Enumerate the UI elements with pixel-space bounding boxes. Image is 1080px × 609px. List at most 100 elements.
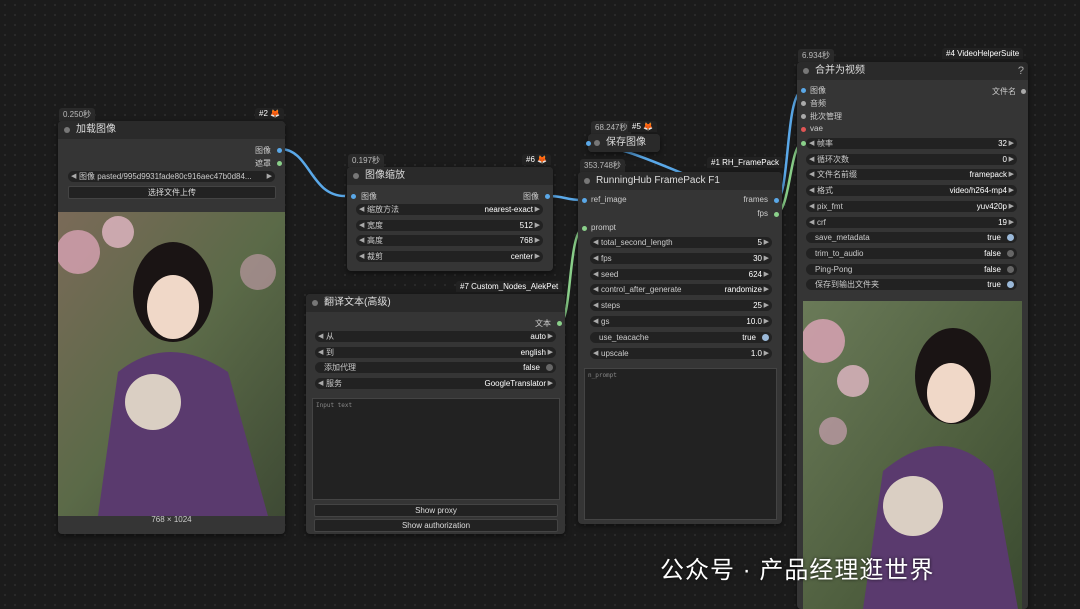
input-socket-1[interactable] [801,101,806,106]
widget-total_second_length[interactable]: ◀ total_second_length 5 ▶ [590,237,772,248]
toggle-knob-icon[interactable] [1007,281,1014,289]
arrow-left-icon[interactable]: ◀ [359,235,364,246]
framepack-header[interactable]: RunningHub FramePack F1 [578,172,782,190]
arrow-left-icon[interactable]: ◀ [809,217,814,228]
load-image-header[interactable]: 加载图像 [58,121,285,139]
arrow-right-icon[interactable]: ▶ [1009,217,1014,228]
input-socket-2[interactable] [801,114,806,119]
arrow-right-icon[interactable]: ▶ [1009,169,1014,180]
widget-control_after_generate[interactable]: ◀ control_after_generate randomize ▶ [590,284,772,296]
input-prompt-socket[interactable] [582,226,587,231]
arrow-right-icon[interactable]: ▶ [535,204,540,215]
arrow-left-icon[interactable]: ◀ [318,347,323,358]
arrow-right-icon[interactable]: ▶ [764,237,769,248]
widget-gs[interactable]: ◀ gs 10.0 ▶ [590,316,772,327]
arrow-left-icon[interactable]: ◀ [593,316,598,327]
scale-node[interactable]: 图像缩放 图像 图像 ◀ 缩放方法 nearest-exact ▶ ◀ 宽度 512 ▶ ◀ 高度… [347,167,553,271]
output-image-socket[interactable] [277,148,282,153]
widget--2[interactable]: 添加代理 false [315,362,556,373]
widget--2[interactable]: ◀ 高度 768 ▶ [356,235,543,247]
arrow-right-icon[interactable]: ▶ [764,348,769,359]
widget--3[interactable]: ◀ 格式 video/h264-mp4 ▶ [806,185,1017,197]
widget-steps[interactable]: ◀ steps 25 ▶ [590,300,772,312]
widget--1[interactable]: ◀ 循环次数 0 ▶ [806,153,1017,165]
collapse-dot-icon[interactable] [64,127,70,133]
widget--1[interactable]: ◀ 到 english ▶ [315,346,556,358]
toggle-knob-icon[interactable] [762,333,769,341]
upload-button[interactable]: 选择文件上传 [68,186,276,199]
widget-crf[interactable]: ◀ crf 19 ▶ [806,216,1017,228]
load-image-node[interactable]: 加载图像 图像 遮罩 ◀ 图像 pasted/995d9931fade80c916… [58,121,285,534]
output-filename-socket[interactable] [1021,89,1026,94]
arrow-left-icon[interactable]: ◀ [318,378,323,389]
arrow-left-icon[interactable]: ◀ [809,138,814,149]
arrow-right-icon[interactable]: ▶ [764,300,769,311]
arrow-right-icon[interactable]: ▶ [548,331,553,342]
arrow-left-icon[interactable]: ◀ [593,237,598,248]
arrow-left-icon[interactable]: ◀ [359,251,364,262]
toggle-knob-icon[interactable] [546,364,553,371]
widget--0[interactable]: ◀ 帧率 32 ▶ [806,138,1017,149]
arrow-right-icon[interactable]: ▶ [764,284,769,295]
output-mask-socket[interactable] [277,161,282,166]
arrow-right-icon[interactable]: ▶ [548,347,553,358]
arrow-left-icon[interactable]: ◀ [318,331,323,342]
arrow-right-icon[interactable]: ▶ [535,220,540,231]
input-socket-3[interactable] [801,127,806,132]
toggle-knob-icon[interactable] [1007,234,1014,242]
widget--2[interactable]: ◀ 文件名前缀 framepack ▶ [806,169,1017,181]
save-image-node[interactable]: 保存图像 [586,134,660,152]
output-fps-socket[interactable] [774,212,779,217]
widget-fps[interactable]: ◀ fps 30 ▶ [590,252,772,264]
show-authorization-button[interactable]: Show authorization [314,519,558,532]
arrow-right-icon[interactable]: ▶ [1009,138,1014,149]
widget-ping-pong[interactable]: Ping-Pong false [806,263,1017,275]
input-images-socket[interactable] [586,141,591,146]
widget-seed[interactable]: ◀ seed 624 ▶ [590,268,772,280]
arrow-right-icon[interactable]: ▶ [1009,201,1014,212]
output-frames-socket[interactable] [774,198,779,203]
arrow-right-icon[interactable]: ▶ [764,316,769,327]
widget--0[interactable]: ◀ 从 auto ▶ [315,331,556,342]
collapse-dot-icon[interactable] [594,140,600,146]
arrow-right-icon[interactable]: ▶ [535,251,540,262]
save-image-header[interactable]: 保存图像 [588,134,660,152]
arrow-right-icon[interactable]: ▶ [764,269,769,280]
arrow-right-icon[interactable]: ▶ [1009,154,1014,165]
widget-use_teacache[interactable]: use_teacache true [590,331,772,343]
widget--0[interactable]: ◀ 缩放方法 nearest-exact ▶ [356,204,543,215]
arrow-right-icon[interactable]: ▶ [535,235,540,246]
widget-pix_fmt[interactable]: ◀ pix_fmt yuv420p ▶ [806,200,1017,212]
widget-upscale[interactable]: ◀ upscale 1.0 ▶ [590,347,772,359]
toggle-knob-icon[interactable] [1007,265,1014,273]
input-socket-0[interactable] [801,88,806,93]
arrow-right-icon[interactable]: ▶ [764,253,769,264]
arrow-left-icon[interactable]: ◀ [809,201,814,212]
arrow-left-icon[interactable]: ◀ [809,169,814,180]
arrow-right-icon[interactable]: ▶ [548,378,553,389]
input-image-socket[interactable] [351,194,356,199]
framepack-node[interactable]: RunningHub FramePack F1 ref_image frames… [578,172,782,524]
collapse-dot-icon[interactable] [353,173,359,179]
arrow-left-icon[interactable]: ◀ [593,269,598,280]
scale-header[interactable]: 图像缩放 [347,167,553,185]
translate-node[interactable]: 翻译文本(高级) 文本 ◀ 从 auto ▶ ◀ 到 english ▶ 添加代理 false ◀ 服… [306,294,565,534]
arrow-left-icon[interactable]: ◀ [593,284,598,295]
collapse-dot-icon[interactable] [803,68,809,74]
help-icon[interactable]: ? [1018,62,1024,80]
arrow-left-icon[interactable]: ◀ [359,220,364,231]
image-select[interactable]: ◀ 图像 pasted/995d9931fade80c916aec47b0d84.… [68,171,275,182]
show-proxy-button[interactable]: Show proxy [314,504,558,517]
widget-save_metadata[interactable]: save_metadata true [806,232,1017,244]
input-text-area[interactable]: Input text [312,398,560,500]
collapse-dot-icon[interactable] [584,178,590,184]
arrow-left-icon[interactable]: ◀ [359,204,364,215]
arrow-left-icon[interactable]: ◀ [593,348,598,359]
input-ref-image-socket[interactable] [582,198,587,203]
combine-header[interactable]: 合并为视频 ? [797,62,1028,80]
combine-node[interactable]: 合并为视频 ? 图像 音频 批次管理 vae 文件名 ◀ 帧率 32 ▶ ◀ 循环次数 0 ▶ ◀ 文件… [797,62,1028,609]
arrow-left-icon[interactable]: ◀ [809,154,814,165]
toggle-knob-icon[interactable] [1007,249,1014,257]
arrow-left-icon[interactable]: ◀ [809,185,814,196]
widget--1[interactable]: ◀ 宽度 512 ▶ [356,219,543,231]
